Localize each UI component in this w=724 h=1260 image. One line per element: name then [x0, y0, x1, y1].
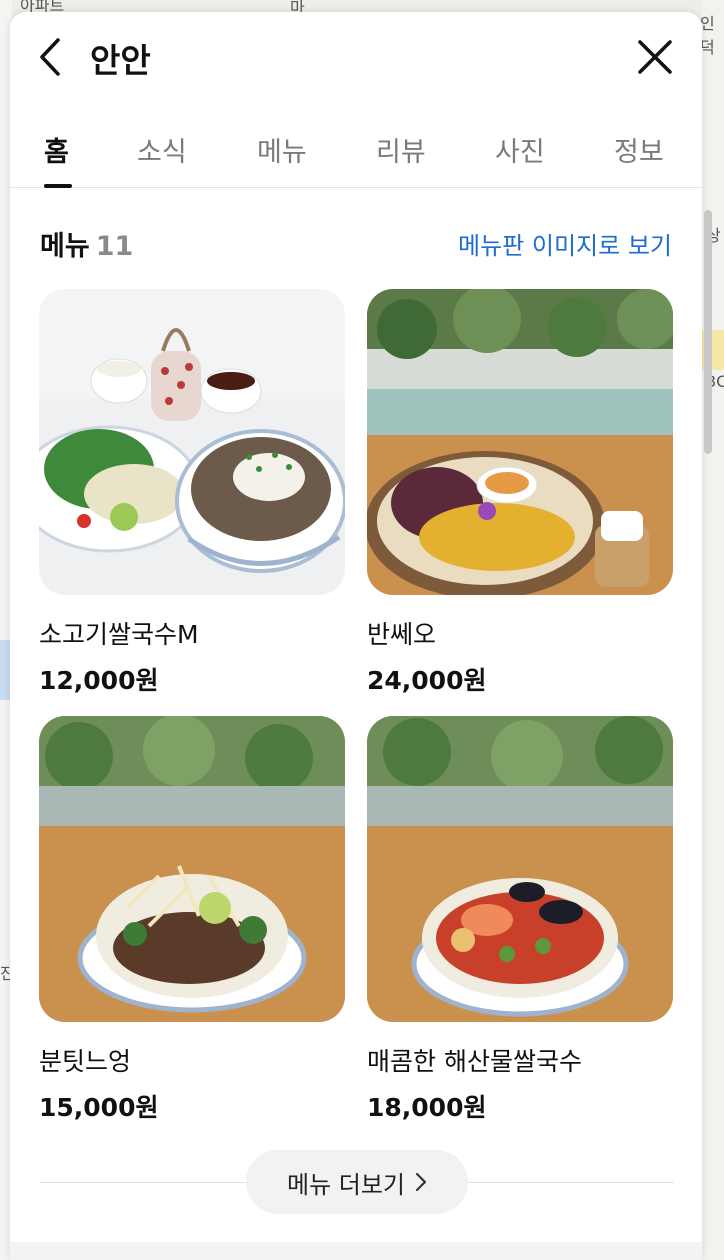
tab-photos[interactable]: 사진: [495, 130, 545, 169]
chevron-left-icon: [40, 38, 60, 76]
map-road: [702, 0, 724, 1260]
tab-news[interactable]: 소식: [137, 130, 187, 169]
tab-reviews[interactable]: 리뷰: [376, 130, 426, 169]
close-icon: [638, 40, 672, 74]
menu-item-card[interactable]: 반쎄오 24,000원: [367, 289, 673, 697]
menu-item-name: 소고기쌀국수M: [39, 620, 199, 649]
menu-item-photo: [367, 289, 673, 595]
place-detail-panel: 안안 홈 소식 메뉴 리뷰 사진 정보 메뉴 11 메뉴판 이미지로 보기 소고…: [10, 12, 702, 1260]
map-water: [0, 640, 10, 700]
menu-item-name: 매콤한 해산물쌀국수: [367, 1047, 582, 1076]
menu-item-card[interactable]: 소고기쌀국수M 12,000원: [39, 289, 345, 697]
chevron-right-icon: [415, 1172, 427, 1192]
menu-item-card[interactable]: 분팃느엉 15,000원: [39, 716, 345, 1124]
tab-home[interactable]: 홈: [44, 130, 69, 169]
map-label: 인덕: [700, 14, 715, 57]
menu-section: 메뉴 11 메뉴판 이미지로 보기 소고기쌀국수M 12,000원 반쎄오 24…: [10, 188, 702, 1242]
panel-header: 안안: [10, 12, 702, 102]
section-title: 메뉴 11: [40, 224, 133, 263]
menu-item-price: 15,000원: [39, 1093, 159, 1122]
menu-count: 11: [95, 231, 134, 262]
menu-item-price: 12,000원: [39, 666, 159, 695]
menu-item-photo: [39, 716, 345, 1022]
more-menu-row: 메뉴 더보기: [40, 1150, 674, 1214]
menu-item-photo: [367, 716, 673, 1022]
section-title-text: 메뉴: [40, 231, 90, 262]
menu-item-name: 분팃느엉: [39, 1047, 132, 1076]
tab-bar: 홈 소식 메뉴 리뷰 사진 정보: [10, 102, 702, 188]
more-menu-button[interactable]: 메뉴 더보기: [246, 1150, 468, 1214]
tab-info[interactable]: 정보: [614, 130, 664, 169]
menu-board-image-link[interactable]: 메뉴판 이미지로 보기: [458, 226, 672, 261]
menu-item-name: 반쎄오: [367, 620, 437, 649]
menu-item-photo: [39, 289, 345, 595]
menu-item-price: 18,000원: [367, 1093, 487, 1122]
page-title: 안안: [90, 41, 151, 80]
tab-menu[interactable]: 메뉴: [257, 130, 307, 169]
menu-item-card[interactable]: 매콤한 해산물쌀국수 18,000원: [367, 716, 673, 1124]
close-button[interactable]: [636, 38, 674, 76]
scrollbar[interactable]: [704, 210, 712, 454]
more-menu-label: 메뉴 더보기: [286, 1170, 406, 1199]
menu-item-price: 24,000원: [367, 666, 487, 695]
back-button[interactable]: [32, 36, 68, 78]
